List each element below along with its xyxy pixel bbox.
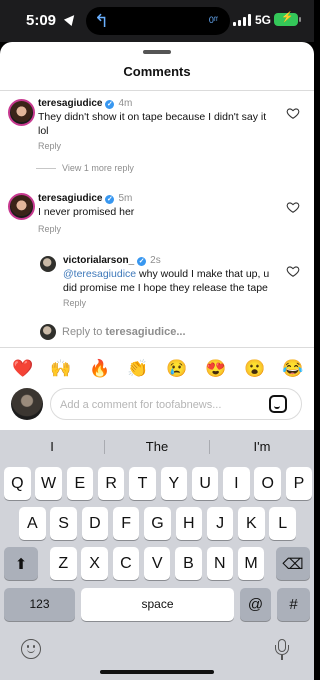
emoji-divider [0, 347, 314, 348]
comment-time: 2s [150, 255, 161, 266]
key-q[interactable]: Q [4, 467, 31, 500]
dynamic-island[interactable]: ↰ 0ᶠᶠ [86, 7, 230, 35]
sticker-icon[interactable] [269, 395, 287, 413]
reply-button[interactable]: Reply [38, 141, 61, 151]
key-f[interactable]: F [112, 507, 140, 540]
delete-icon: ⌫ [282, 555, 304, 573]
key-w[interactable]: W [35, 467, 62, 500]
comment-username[interactable]: victorialarson_ ✓ 2s [63, 255, 161, 266]
emoji-clap[interactable]: 👏 [127, 358, 148, 380]
avatar[interactable] [8, 193, 35, 220]
emoji-fire[interactable]: 🔥 [89, 358, 110, 380]
shift-arrow-icon: ⬆ [14, 555, 28, 573]
emoji-laughing[interactable]: 😂 [282, 358, 303, 380]
key-r[interactable]: R [97, 467, 125, 500]
like-heart-icon[interactable] [286, 264, 300, 278]
location-arrow-icon [63, 11, 79, 27]
current-user-avatar [11, 388, 43, 420]
keyboard: I The I'm QWERTYUIOPASDFGHJKLZXCVBNM ⬆ ⌫… [0, 430, 314, 680]
comment-composer [0, 386, 314, 426]
network-type: 5G [255, 13, 272, 27]
home-indicator[interactable] [100, 670, 214, 674]
emoji-raised-hands[interactable]: 🙌 [50, 358, 71, 380]
key-b[interactable]: B [175, 547, 202, 580]
comment-username[interactable]: teresagiudice ✓ 4m [38, 98, 132, 109]
microphone-icon[interactable] [275, 639, 289, 661]
key-s[interactable]: S [50, 507, 77, 540]
key-n[interactable]: N [206, 547, 234, 580]
like-heart-icon[interactable] [286, 200, 300, 214]
shift-key[interactable]: ⬆ [4, 547, 38, 580]
reply-to-indicator[interactable]: Reply to teresagiudice... [62, 326, 186, 338]
emoji-heart[interactable]: ❤️ [12, 358, 33, 380]
key-a[interactable]: A [19, 507, 46, 540]
verified-badge-icon: ✓ [137, 257, 147, 266]
key-d[interactable]: D [81, 507, 109, 540]
key-g[interactable]: G [144, 507, 171, 540]
emoji-bar: ❤️ 🙌 🔥 👏 😢 😍 😮 😂 [0, 358, 314, 380]
hash-key[interactable]: # [277, 588, 310, 621]
comment-input[interactable] [60, 396, 260, 414]
key-e[interactable]: E [66, 467, 94, 500]
key-v[interactable]: V [143, 547, 171, 580]
key-u[interactable]: U [191, 467, 219, 500]
emoji-crying[interactable]: 😢 [166, 358, 187, 380]
comment-time: 4m [118, 98, 133, 109]
key-x[interactable]: X [81, 547, 108, 580]
key-m[interactable]: M [237, 547, 265, 580]
reply-to-username: teresagiudice... [105, 326, 186, 338]
like-heart-icon[interactable] [286, 106, 300, 120]
avatar[interactable] [40, 256, 56, 272]
space-key[interactable]: space [81, 588, 234, 621]
cellular-signal-icon [233, 14, 251, 26]
sheet-grabber[interactable] [143, 50, 171, 54]
emoji-surprised[interactable]: 😮 [244, 358, 265, 380]
key-l[interactable]: L [269, 507, 296, 540]
reply-text: @teresagiudice why would I make that up,… [63, 267, 277, 295]
key-p[interactable]: P [285, 467, 313, 500]
comment-username[interactable]: teresagiudice ✓ 5m [38, 193, 132, 204]
status-time: 5:09 [26, 12, 57, 29]
sheet-title: Comments [123, 64, 191, 79]
header-divider [0, 90, 314, 91]
back-arrow-icon[interactable]: ↰ [94, 11, 114, 31]
comment-time: 5m [118, 193, 133, 204]
username-text[interactable]: teresagiudice [38, 193, 102, 204]
key-c[interactable]: C [112, 547, 140, 580]
key-grid: QWERTYUIOP ASDFGHJKL ZXCVBNM [0, 430, 314, 680]
status-bar: 5:09 ↰ 0ᶠᶠ 5G ⚡ [0, 0, 314, 42]
username-text[interactable]: teresagiudice [38, 98, 102, 109]
backspace-key[interactable]: ⌫ [276, 547, 310, 580]
comment-text: I never promised her [38, 206, 135, 218]
vpn-status: 0ᶠᶠ [208, 15, 218, 25]
username-text[interactable]: victorialarson_ [63, 255, 134, 266]
numbers-key[interactable]: 123 [4, 588, 75, 621]
reply-button[interactable]: Reply [63, 298, 86, 308]
battery-icon: ⚡ [274, 12, 301, 26]
comment-input-box[interactable] [50, 388, 302, 420]
at-key[interactable]: @ [240, 588, 271, 621]
view-more-replies[interactable]: View 1 more reply [36, 163, 134, 173]
comment-text: They didn't show it on tape because I di… [38, 111, 267, 137]
avatar [40, 324, 56, 340]
key-h[interactable]: H [175, 507, 203, 540]
key-i[interactable]: I [223, 467, 250, 500]
key-t[interactable]: T [129, 467, 156, 500]
key-y[interactable]: Y [160, 467, 188, 500]
emoji-heart-eyes[interactable]: 😍 [205, 358, 226, 380]
reply-button[interactable]: Reply [38, 224, 61, 234]
emoji-keyboard-icon[interactable] [21, 639, 41, 659]
key-k[interactable]: K [238, 507, 265, 540]
key-z[interactable]: Z [50, 547, 77, 580]
key-o[interactable]: O [254, 467, 281, 500]
verified-badge-icon: ✓ [105, 195, 115, 204]
charging-bolt-icon: ⚡ [281, 12, 294, 23]
key-j[interactable]: J [206, 507, 234, 540]
verified-badge-icon: ✓ [105, 100, 115, 109]
comments-sheet: Comments teresagiudice ✓ 4m They didn't sh… [0, 42, 314, 430]
avatar[interactable] [8, 99, 35, 126]
reply-to-prefix: Reply to [62, 326, 106, 338]
mention-link[interactable]: @teresagiudice [63, 268, 136, 280]
